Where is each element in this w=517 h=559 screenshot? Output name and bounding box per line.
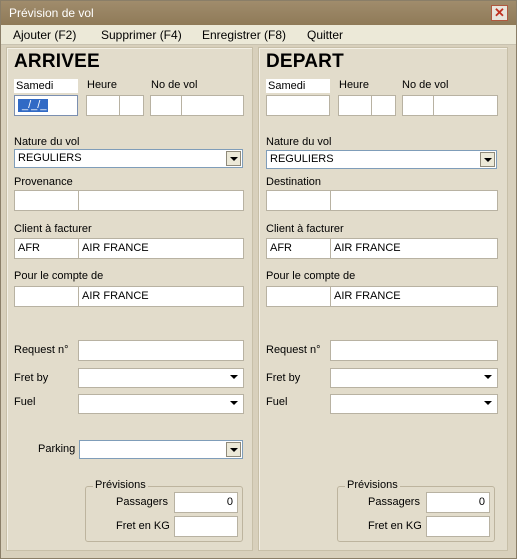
depart-novol-label: No de vol bbox=[402, 79, 449, 91]
arrivee-fretby-label: Fret by bbox=[14, 372, 49, 384]
depart-date-field[interactable] bbox=[266, 95, 330, 116]
arrivee-compte-name[interactable]: AIR FRANCE bbox=[78, 286, 244, 307]
depart-passagers-label: Passagers bbox=[368, 496, 420, 508]
arrivee-panel: ARRIVEE Samedi Heure No de vol _/_/_ Nat… bbox=[6, 47, 253, 551]
window-title: Prévision de vol bbox=[9, 6, 94, 20]
arrivee-day-label: Samedi bbox=[14, 79, 78, 93]
depart-fuel-select[interactable] bbox=[330, 394, 498, 414]
arrivee-compte-label: Pour le compte de bbox=[14, 270, 104, 282]
arrivee-minute-field[interactable] bbox=[119, 95, 144, 116]
arrivee-provenance-label: Provenance bbox=[14, 176, 73, 188]
arrivee-heure-label: Heure bbox=[87, 79, 117, 91]
depart-compte-label: Pour le compte de bbox=[266, 270, 356, 282]
depart-heure-label: Heure bbox=[339, 79, 369, 91]
depart-destination-code[interactable] bbox=[266, 190, 331, 211]
arrivee-nature-value: REGULIERS bbox=[18, 152, 82, 164]
depart-flight-prefix-field[interactable] bbox=[402, 95, 434, 116]
chevron-down-icon[interactable] bbox=[481, 396, 496, 411]
depart-hour-field[interactable] bbox=[338, 95, 372, 116]
arrivee-provenance-name[interactable] bbox=[78, 190, 244, 211]
arrivee-parking-label: Parking bbox=[38, 443, 76, 455]
arrivee-request-label: Request n° bbox=[14, 344, 69, 356]
depart-nature-value: REGULIERS bbox=[270, 153, 334, 165]
arrivee-previsions-group: Prévisions Passagers 0 Fret en KG bbox=[85, 479, 243, 542]
menu-save[interactable]: Enregistrer (F8) bbox=[202, 28, 286, 42]
depart-fret-field[interactable] bbox=[426, 516, 490, 537]
depart-fuel-label: Fuel bbox=[266, 396, 288, 408]
arrivee-passagers-field[interactable]: 0 bbox=[174, 492, 238, 513]
menu-bar: Ajouter (F2) Supprimer (F4) Enregistrer … bbox=[1, 25, 516, 45]
depart-previsions-title: Prévisions bbox=[345, 479, 400, 491]
depart-compte-code[interactable] bbox=[266, 286, 331, 307]
depart-client-code[interactable]: AFR bbox=[266, 238, 331, 259]
depart-panel: DEPART Samedi Heure No de vol Nature du … bbox=[258, 47, 508, 551]
menu-delete[interactable]: Supprimer (F4) bbox=[101, 28, 182, 42]
depart-fretby-select[interactable] bbox=[330, 368, 498, 388]
arrivee-provenance-code[interactable] bbox=[14, 190, 79, 211]
chevron-down-icon[interactable] bbox=[227, 396, 242, 411]
arrivee-passagers-label: Passagers bbox=[116, 496, 168, 508]
arrivee-nature-select[interactable]: REGULIERS bbox=[14, 149, 243, 168]
arrivee-compte-code[interactable] bbox=[14, 286, 79, 307]
menu-add[interactable]: Ajouter (F2) bbox=[13, 28, 76, 42]
arrivee-fuel-select[interactable] bbox=[78, 394, 244, 414]
arrivee-fret-label: Fret en KG bbox=[116, 520, 170, 532]
depart-passagers-field[interactable]: 0 bbox=[426, 492, 490, 513]
arrivee-date-field[interactable]: _/_/_ bbox=[14, 95, 78, 116]
arrivee-fuel-label: Fuel bbox=[14, 396, 36, 408]
arrivee-fretby-select[interactable] bbox=[78, 368, 244, 388]
arrivee-client-code[interactable]: AFR bbox=[14, 238, 79, 259]
chevron-down-icon[interactable] bbox=[480, 152, 495, 167]
depart-previsions-group: Prévisions Passagers 0 Fret en KG bbox=[337, 479, 495, 542]
title-bar[interactable]: Prévision de vol ✕ bbox=[1, 1, 516, 25]
chevron-down-icon[interactable] bbox=[227, 370, 242, 385]
menu-quit[interactable]: Quitter bbox=[307, 28, 343, 42]
arrivee-request-field[interactable] bbox=[78, 340, 244, 361]
arrivee-fret-field[interactable] bbox=[174, 516, 238, 537]
depart-heading: DEPART bbox=[266, 51, 344, 72]
arrivee-client-label: Client à facturer bbox=[14, 223, 92, 235]
chevron-down-icon[interactable] bbox=[226, 151, 241, 166]
depart-fret-label: Fret en KG bbox=[368, 520, 422, 532]
chevron-down-icon[interactable] bbox=[481, 370, 496, 385]
arrivee-heading: ARRIVEE bbox=[14, 51, 100, 72]
depart-flight-number-field[interactable] bbox=[433, 95, 498, 116]
depart-request-label: Request n° bbox=[266, 344, 321, 356]
arrivee-hour-field[interactable] bbox=[86, 95, 120, 116]
arrivee-date-value: _/_/_ bbox=[18, 99, 48, 112]
chevron-down-icon[interactable] bbox=[226, 442, 241, 457]
depart-nature-select[interactable]: REGULIERS bbox=[266, 150, 497, 169]
depart-minute-field[interactable] bbox=[371, 95, 396, 116]
arrivee-novol-label: No de vol bbox=[151, 79, 198, 91]
arrivee-flight-number-field[interactable] bbox=[181, 95, 244, 116]
arrivee-previsions-title: Prévisions bbox=[93, 479, 148, 491]
depart-compte-name[interactable]: AIR FRANCE bbox=[330, 286, 498, 307]
depart-client-name[interactable]: AIR FRANCE bbox=[330, 238, 498, 259]
arrivee-nature-label: Nature du vol bbox=[14, 136, 80, 148]
close-icon[interactable]: ✕ bbox=[491, 5, 508, 21]
depart-destination-label: Destination bbox=[266, 176, 322, 188]
arrivee-parking-select[interactable] bbox=[79, 440, 243, 459]
depart-day-label: Samedi bbox=[266, 79, 330, 93]
depart-fretby-label: Fret by bbox=[266, 372, 301, 384]
depart-destination-name[interactable] bbox=[330, 190, 498, 211]
depart-request-field[interactable] bbox=[330, 340, 498, 361]
arrivee-client-name[interactable]: AIR FRANCE bbox=[78, 238, 244, 259]
depart-nature-label: Nature du vol bbox=[266, 136, 332, 148]
arrivee-flight-prefix-field[interactable] bbox=[150, 95, 182, 116]
flight-forecast-window: Prévision de vol ✕ Ajouter (F2) Supprime… bbox=[0, 0, 517, 559]
depart-client-label: Client à facturer bbox=[266, 223, 344, 235]
